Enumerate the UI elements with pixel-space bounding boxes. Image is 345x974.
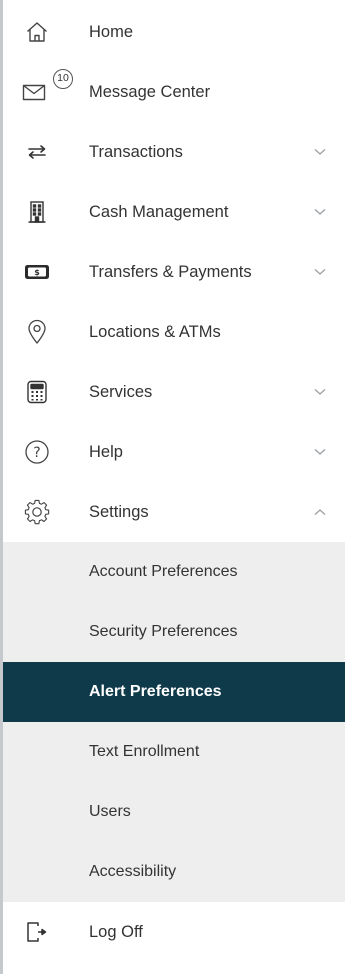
- nav-label-transactions: Transactions: [89, 142, 183, 161]
- nav-label-settings: Settings: [89, 502, 149, 521]
- submenu-item-text-enrollment[interactable]: Text Enrollment: [3, 722, 345, 782]
- nav-item-transfers-payments[interactable]: $ Transfers & Payments: [3, 242, 345, 302]
- arrows-exchange-icon: [23, 138, 51, 166]
- question-circle-icon: ?: [23, 438, 51, 466]
- nav-item-help[interactable]: ? Help: [3, 422, 345, 482]
- nav-label-locations: Locations & ATMs: [89, 322, 221, 341]
- dollar-bill-icon: $: [23, 258, 51, 286]
- submenu-item-alert-preferences[interactable]: Alert Preferences: [3, 662, 345, 722]
- submenu-label: Accessibility: [89, 863, 177, 880]
- submenu-item-security-preferences[interactable]: Security Preferences: [3, 602, 345, 662]
- submenu-label: Account Preferences: [89, 563, 238, 580]
- submenu-label: Security Preferences: [89, 623, 238, 640]
- nav-item-locations[interactable]: Locations & ATMs: [3, 302, 345, 362]
- submenu-item-accessibility[interactable]: Accessibility: [3, 842, 345, 902]
- logout-icon: [23, 918, 51, 946]
- unread-count-badge: 10: [53, 69, 73, 89]
- chevron-down-icon[interactable]: [313, 385, 327, 399]
- chevron-up-icon[interactable]: [313, 505, 327, 519]
- chevron-down-icon[interactable]: [313, 145, 327, 159]
- nav-label-log-off: Log Off: [89, 922, 143, 941]
- chevron-down-icon[interactable]: [313, 445, 327, 459]
- nav-label-services: Services: [89, 382, 153, 401]
- submenu-label: Text Enrollment: [89, 743, 200, 760]
- gear-icon: [23, 498, 51, 526]
- nav-label-transfers-payments: Transfers & Payments: [89, 262, 252, 281]
- submenu-item-users[interactable]: Users: [3, 782, 345, 842]
- svg-text:$: $: [34, 268, 40, 277]
- nav-label-help: Help: [89, 442, 123, 461]
- chevron-down-icon[interactable]: [313, 205, 327, 219]
- home-icon: [23, 18, 51, 46]
- settings-submenu: Account Preferences Security Preferences…: [3, 542, 345, 902]
- nav-item-message-center[interactable]: 10 Message Center: [3, 62, 345, 122]
- submenu-label: Users: [89, 803, 131, 820]
- nav-item-home[interactable]: Home: [3, 2, 345, 62]
- submenu-label: Alert Preferences: [89, 683, 222, 700]
- building-icon: [23, 198, 51, 226]
- nav-item-services[interactable]: Services: [3, 362, 345, 422]
- envelope-icon: 10: [21, 69, 73, 106]
- submenu-item-account-preferences[interactable]: Account Preferences: [3, 542, 345, 602]
- map-pin-icon: [23, 318, 51, 346]
- chevron-down-icon[interactable]: [313, 265, 327, 279]
- nav-item-cash-management[interactable]: Cash Management: [3, 182, 345, 242]
- nav-item-settings[interactable]: Settings: [3, 482, 345, 542]
- svg-text:?: ?: [33, 445, 40, 461]
- nav-item-transactions[interactable]: Transactions: [3, 122, 345, 182]
- nav-label-home: Home: [89, 22, 134, 41]
- nav-item-log-off[interactable]: Log Off: [3, 902, 345, 962]
- nav-label-cash-management: Cash Management: [89, 202, 229, 221]
- side-navigation: Home 10 Message Center Transactions Cash…: [3, 2, 345, 962]
- calculator-icon: [23, 378, 51, 406]
- nav-label-message-center: Message Center: [89, 82, 211, 101]
